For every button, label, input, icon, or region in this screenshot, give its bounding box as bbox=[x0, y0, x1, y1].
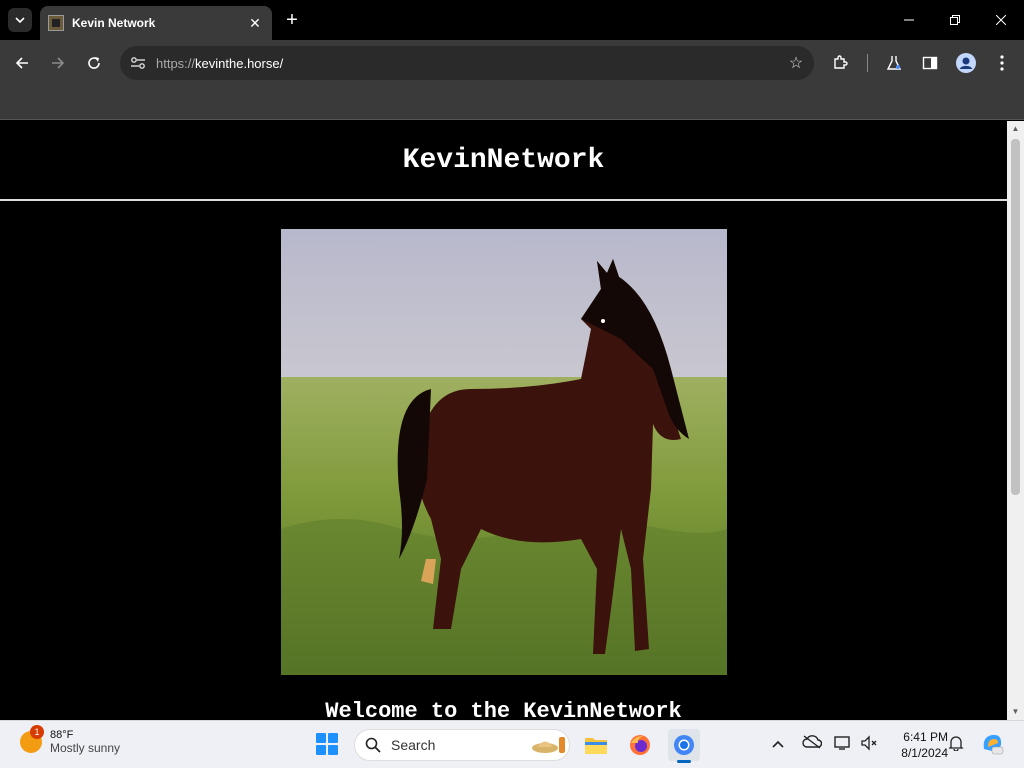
page-viewport: KevinNetwork Welcome to the KevinNetwork bbox=[0, 121, 1007, 720]
notification-bell-icon[interactable] bbox=[948, 735, 964, 754]
url-host: kevinthe.horse/ bbox=[195, 55, 284, 71]
side-panel-icon[interactable] bbox=[916, 49, 944, 77]
tray-overflow-icon[interactable] bbox=[772, 735, 784, 751]
menu-kebab-icon[interactable] bbox=[988, 49, 1016, 77]
horse-image bbox=[281, 229, 727, 675]
scroll-up-icon[interactable]: ▲ bbox=[1007, 121, 1024, 137]
clock-date: 8/1/2024 bbox=[901, 746, 948, 760]
bookmark-star-icon[interactable]: ☆ bbox=[778, 53, 814, 73]
restore-icon bbox=[950, 15, 960, 25]
restore-button[interactable] bbox=[932, 6, 978, 34]
forward-button[interactable] bbox=[44, 49, 72, 77]
active-app-indicator bbox=[677, 760, 691, 763]
profile-avatar-icon[interactable] bbox=[952, 49, 980, 77]
weather-widget[interactable]: 1 88°F Mostly sunny bbox=[20, 725, 121, 755]
tab-search-button[interactable] bbox=[8, 8, 32, 32]
tab-title: Kevin Network bbox=[72, 16, 156, 30]
weather-sun-icon: 1 bbox=[20, 725, 44, 753]
copilot-icon[interactable] bbox=[980, 731, 1004, 758]
file-explorer-icon[interactable] bbox=[580, 729, 612, 761]
browser-tab[interactable]: Kevin Network ✕ bbox=[40, 6, 272, 40]
page-scrollbar[interactable]: ▲ ▼ bbox=[1007, 121, 1024, 720]
tab-close-button[interactable]: ✕ bbox=[246, 15, 264, 32]
browser-toolbar: https://kevinthe.horse/ ☆ bbox=[0, 40, 1024, 86]
windows-taskbar: 1 88°F Mostly sunny Search 6:41 PM 8/1/2… bbox=[0, 720, 1024, 768]
labs-flask-icon[interactable] bbox=[880, 49, 908, 77]
site-title: KevinNetwork bbox=[402, 144, 605, 176]
chrome-icon[interactable] bbox=[668, 729, 700, 763]
toolbar-divider bbox=[867, 54, 868, 72]
minimize-button[interactable] bbox=[886, 6, 932, 34]
site-header: KevinNetwork bbox=[0, 121, 1007, 201]
windows-logo-pane bbox=[328, 733, 338, 743]
address-bar[interactable]: https://kevinthe.horse/ ☆ bbox=[120, 46, 814, 80]
scrollbar-thumb[interactable] bbox=[1011, 139, 1020, 495]
forward-arrow-icon bbox=[52, 57, 65, 69]
favicon-icon bbox=[48, 15, 64, 31]
weather-condition: Mostly sunny bbox=[50, 741, 121, 755]
url-scheme: https:// bbox=[156, 55, 196, 71]
bookmark-bar bbox=[0, 86, 1024, 120]
chevron-down-icon bbox=[15, 17, 25, 24]
minimize-icon bbox=[904, 19, 914, 21]
close-icon bbox=[996, 15, 1006, 25]
windows-logo-pane bbox=[316, 745, 326, 755]
search-icon bbox=[365, 737, 381, 753]
weather-temp: 88°F bbox=[50, 729, 74, 741]
taskbar-search[interactable]: Search bbox=[354, 729, 570, 761]
network-icon[interactable] bbox=[834, 735, 852, 754]
system-clock[interactable]: 6:41 PM 8/1/2024 bbox=[880, 729, 948, 761]
site-settings-icon[interactable] bbox=[120, 56, 156, 70]
back-button[interactable] bbox=[8, 49, 36, 77]
extensions-icon[interactable] bbox=[826, 49, 854, 77]
title-bar: Kevin Network ✕ + bbox=[0, 0, 1024, 40]
start-button[interactable] bbox=[316, 733, 338, 755]
scroll-down-icon[interactable]: ▼ bbox=[1007, 704, 1024, 720]
notification-badge: 1 bbox=[30, 725, 44, 739]
windows-logo-icon bbox=[316, 733, 326, 743]
close-window-button[interactable] bbox=[978, 6, 1024, 34]
reload-button[interactable] bbox=[80, 49, 108, 77]
clock-time: 6:41 PM bbox=[903, 730, 948, 744]
back-arrow-icon bbox=[15, 57, 28, 69]
search-label: Search bbox=[391, 737, 436, 753]
onedrive-icon[interactable] bbox=[802, 735, 823, 752]
search-highlight-icon bbox=[532, 737, 565, 753]
url-text[interactable]: https://kevinthe.horse/ bbox=[156, 56, 778, 71]
windows-logo-pane bbox=[328, 745, 338, 755]
new-tab-button[interactable]: + bbox=[280, 8, 304, 32]
welcome-heading: Welcome to the KevinNetwork bbox=[325, 699, 682, 720]
firefox-icon[interactable] bbox=[624, 729, 656, 761]
speaker-muted-icon[interactable] bbox=[860, 735, 878, 754]
reload-icon bbox=[88, 57, 100, 69]
